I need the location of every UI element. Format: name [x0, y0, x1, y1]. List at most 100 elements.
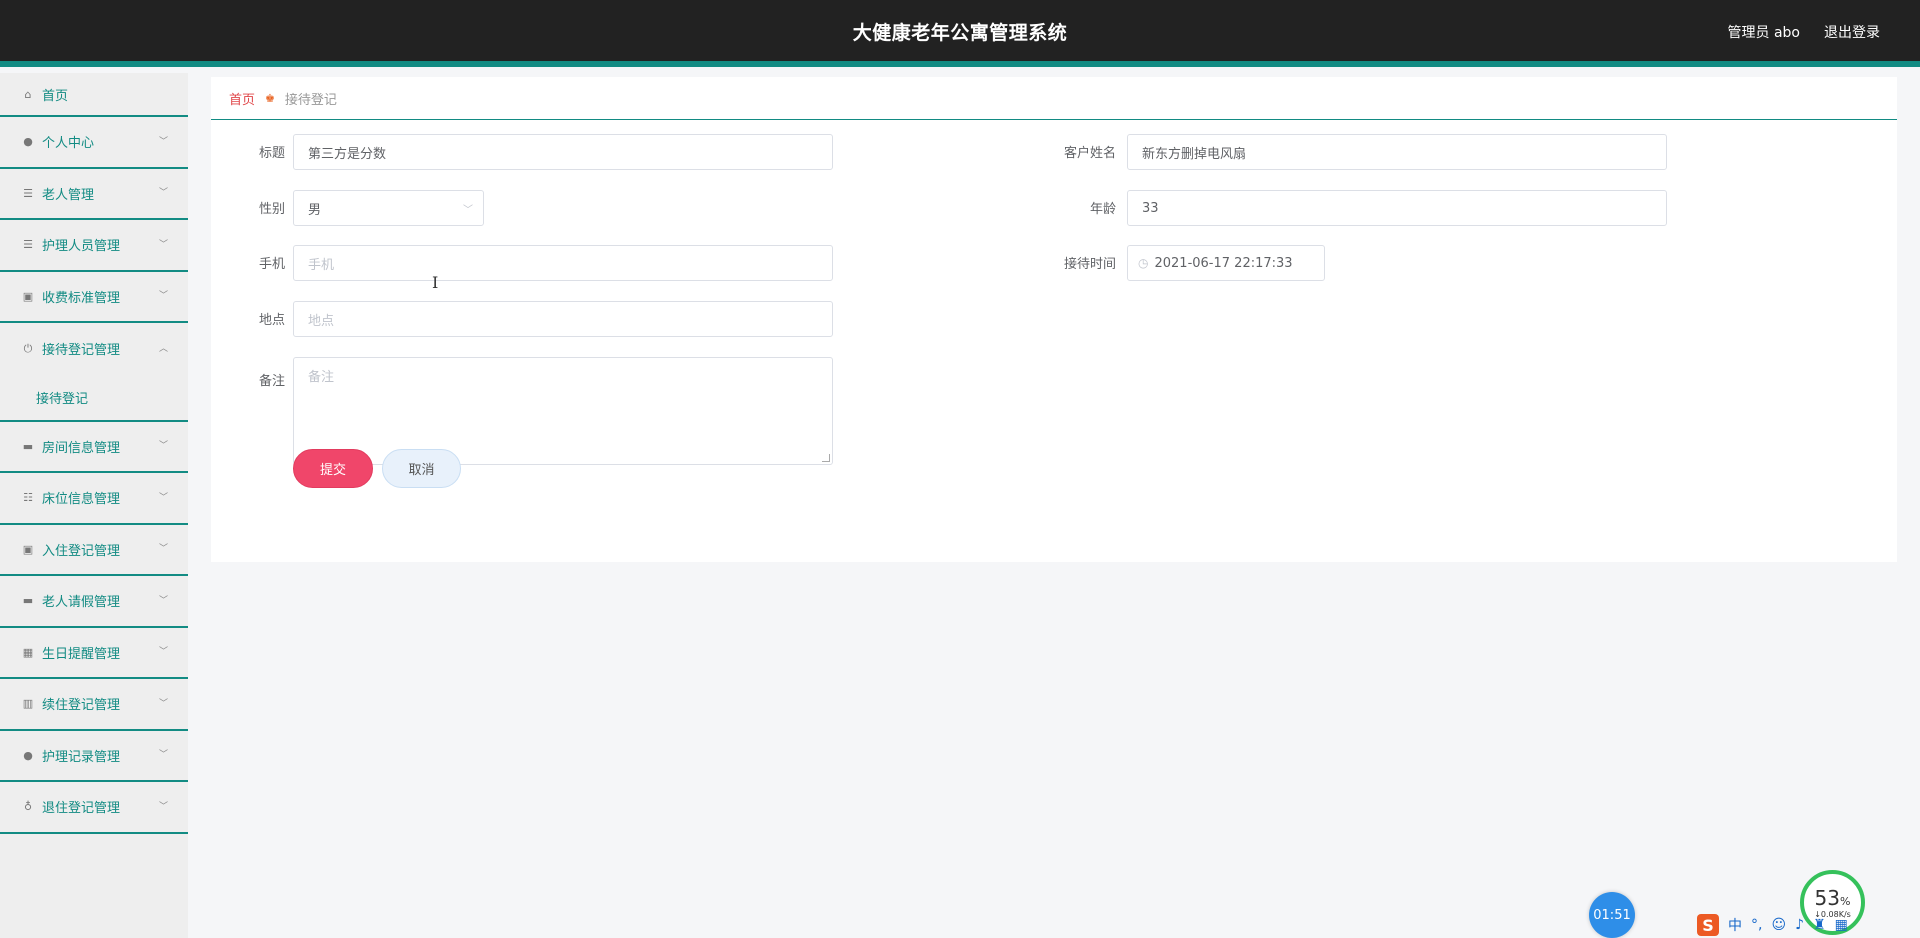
sidebar-item-label: 护理人员管理: [42, 239, 121, 255]
chevron-down-icon: ﹀: [158, 544, 168, 555]
sidebar-item-personal-center[interactable]: ● 个人中心 ﹀: [0, 117, 188, 169]
breadcrumb-current: 接待登记: [284, 92, 337, 108]
sidebar-item-label: 护理记录管理: [42, 749, 121, 765]
resize-handle-icon[interactable]: [822, 454, 830, 462]
chevron-down-icon: ﹀: [158, 801, 168, 812]
sidebar-item-label: 个人中心: [42, 136, 95, 152]
sidebar-item-label: 入住登记管理: [42, 543, 121, 559]
place-input[interactable]: 地点: [293, 301, 833, 337]
power-icon: ⏻: [23, 341, 33, 355]
sidebar-item-elder-management[interactable]: ☰ 老人管理 ﹀: [0, 169, 188, 220]
title-label: 标题: [258, 146, 285, 161]
sidebar: ⌂ 首页 ● 个人中心 ﹀ ☰ 老人管理 ﹀ ☰ 护理人员管理 ﹀ ▣ 收费标准…: [0, 73, 188, 938]
sidebar-item-label: 房间信息管理: [42, 440, 121, 456]
chevron-down-icon: ﹀: [158, 492, 168, 503]
sidebar-item-bed-info[interactable]: ☷ 床位信息管理 ﹀: [0, 473, 188, 525]
sidebar-item-birthday[interactable]: ▦ 生日提醒管理 ﹀: [0, 628, 188, 679]
list-icon: ☰: [23, 238, 33, 252]
main-panel: 首页 ♚ 接待登记 标题 第三方是分数 客户姓名 新东方删掉电风扇 性别 男 ﹀…: [211, 77, 1897, 562]
punctuation-icon[interactable]: °,: [1751, 917, 1762, 933]
emoji-icon[interactable]: ☺: [1771, 917, 1786, 933]
chevron-down-icon: ﹀: [158, 136, 168, 147]
sogou-ime-icon[interactable]: S: [1697, 914, 1719, 936]
sidebar-item-label: 首页: [42, 88, 69, 104]
drive-icon: ▬: [22, 594, 34, 608]
phone-label: 手机: [258, 257, 285, 272]
sidebar-item-caregiver-management[interactable]: ☰ 护理人员管理 ﹀: [0, 220, 188, 272]
submit-button[interactable]: 提交: [293, 449, 373, 488]
reception-time-label: 接待时间: [1063, 257, 1116, 272]
chevron-down-icon: ﹀: [463, 204, 473, 216]
mic-icon[interactable]: ♪: [1795, 917, 1804, 933]
list-icon: ☰: [23, 186, 33, 200]
breadcrumb-home[interactable]: 首页: [229, 89, 255, 108]
bar-chart-icon: ▥: [22, 697, 34, 711]
app-title: 大健康老年公寓管理系统: [852, 22, 1068, 44]
breadcrumb: 首页 ♚ 接待登记: [211, 77, 1897, 120]
sidebar-item-label: 老人请假管理: [42, 595, 121, 611]
home-icon: ⌂: [24, 87, 32, 101]
clipboard-icon: ▣: [22, 542, 34, 556]
reception-form: 标题 第三方是分数 客户姓名 新东方删掉电风扇 性别 男 ﹀ 年龄 33 手机 …: [211, 120, 1897, 560]
sidebar-item-label: 床位信息管理: [42, 492, 121, 508]
gender-select[interactable]: 男 ﹀: [293, 190, 484, 226]
place-label: 地点: [258, 313, 285, 328]
breadcrumb-separator-icon: ♚: [265, 91, 275, 105]
sidebar-item-reception-management[interactable]: ⏻ 接待登记管理 ︿: [0, 323, 188, 375]
sidebar-item-checkin[interactable]: ▣ 入住登记管理 ﹀: [0, 525, 188, 576]
chevron-down-icon: ﹀: [158, 698, 168, 709]
chevron-down-icon: ﹀: [158, 291, 168, 302]
sidebar-item-extension[interactable]: ▥ 续住登记管理 ﹀: [0, 679, 188, 731]
sidebar-item-care-record[interactable]: ● 护理记录管理 ﹀: [0, 731, 188, 782]
remark-textarea[interactable]: 备注: [293, 357, 833, 465]
chevron-up-icon: ︿: [158, 343, 168, 354]
reception-time-value: 2021-06-17 22:17:33: [1154, 255, 1293, 271]
monitor-icon: ▬: [22, 439, 34, 453]
floating-timer[interactable]: 01:51: [1589, 892, 1635, 938]
chevron-down-icon: ﹀: [158, 750, 168, 761]
mic-icon: ♁: [23, 800, 33, 814]
age-label: 年龄: [1089, 202, 1116, 217]
grid-icon[interactable]: ▦: [1835, 917, 1848, 933]
user-icon: ●: [23, 748, 33, 762]
sidebar-item-fee-standard[interactable]: ▣ 收费标准管理 ﹀: [0, 272, 188, 323]
sidebar-item-label: 续住登记管理: [42, 698, 121, 714]
sidebar-item-label: 老人管理: [42, 187, 95, 203]
sidebar-item-checkout[interactable]: ♁ 退住登记管理 ﹀: [0, 782, 188, 834]
gender-label: 性别: [258, 202, 285, 217]
age-input[interactable]: 33: [1127, 190, 1667, 226]
sidebar-item-label: 退住登记管理: [42, 801, 121, 817]
sidebar-item-home[interactable]: ⌂ 首页: [0, 73, 188, 117]
phone-input[interactable]: 手机: [293, 245, 833, 281]
shirt-icon[interactable]: ♜: [1813, 917, 1826, 933]
user-icon: ●: [23, 135, 33, 149]
gauge-percent: 53%: [1814, 886, 1851, 910]
sidebar-item-label: 接待登记管理: [42, 343, 121, 359]
gender-select-value: 男: [308, 202, 322, 218]
clipboard-icon: ▣: [22, 289, 34, 303]
grid-icon: ▦: [22, 645, 34, 659]
title-input[interactable]: 第三方是分数: [293, 134, 833, 170]
cancel-button[interactable]: 取消: [382, 449, 461, 488]
chevron-down-icon: ﹀: [158, 239, 168, 250]
clock-icon: ◷: [1138, 256, 1149, 270]
sidebar-subitem-reception[interactable]: 接待登记: [0, 375, 188, 422]
sidebar-item-label: 接待登记: [36, 391, 89, 407]
sliders-icon: ☷: [23, 491, 33, 505]
text-cursor-icon: I: [432, 273, 439, 292]
chevron-down-icon: ﹀: [158, 595, 168, 606]
reception-time-picker[interactable]: ◷ 2021-06-17 22:17:33: [1127, 245, 1325, 281]
remark-placeholder: 备注: [308, 370, 335, 385]
ime-tray: S 中 °, ☺ ♪ ♜ ▦: [1693, 912, 1920, 938]
ime-language-toggle[interactable]: 中: [1728, 915, 1742, 935]
sidebar-item-label: 收费标准管理: [42, 290, 121, 306]
customer-name-label: 客户姓名: [1063, 146, 1116, 161]
chevron-down-icon: ﹀: [158, 188, 168, 199]
sidebar-item-room-info[interactable]: ▬ 房间信息管理 ﹀: [0, 422, 188, 473]
app-header: 大健康老年公寓管理系统 管理员 abo 退出登录: [0, 0, 1920, 67]
chevron-down-icon: ﹀: [158, 647, 168, 658]
logout-button[interactable]: 退出登录: [1824, 22, 1880, 42]
sidebar-item-leave[interactable]: ▬ 老人请假管理 ﹀: [0, 576, 188, 628]
customer-name-input[interactable]: 新东方删掉电风扇: [1127, 134, 1667, 170]
current-user[interactable]: 管理员 abo: [1728, 22, 1800, 42]
